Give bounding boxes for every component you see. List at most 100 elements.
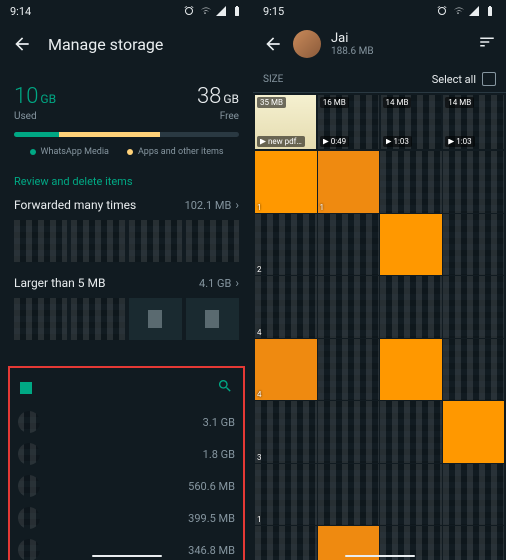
caption: new pdf… bbox=[257, 136, 305, 147]
larger-size: 4.1 GB› bbox=[199, 276, 239, 290]
back-icon[interactable] bbox=[263, 34, 283, 54]
avatar bbox=[18, 443, 40, 465]
alarm-icon bbox=[183, 5, 195, 17]
phone-right: 9:15 Jai 188.6 MB SIZE Select all 35 MB … bbox=[253, 0, 506, 560]
media-cell[interactable] bbox=[318, 401, 380, 463]
select-all[interactable]: Select all bbox=[432, 72, 496, 86]
chat-row[interactable]: 3.1 GB bbox=[16, 406, 237, 438]
sort-chip[interactable] bbox=[20, 382, 32, 394]
media-cell[interactable] bbox=[380, 214, 442, 276]
size-badge: 16 MB bbox=[320, 97, 349, 108]
media-tile[interactable]: 14 MB 1:03 bbox=[381, 95, 442, 149]
nav-pill[interactable] bbox=[92, 555, 162, 557]
search-button[interactable] bbox=[217, 378, 233, 398]
sort-button[interactable] bbox=[478, 33, 496, 55]
content: 10GB Used 38GB Free WhatsApp Media Apps … bbox=[0, 66, 253, 366]
checkbox-icon[interactable] bbox=[482, 72, 496, 86]
chat-row[interactable]: 560.6 MB bbox=[16, 470, 237, 502]
media-cell[interactable] bbox=[443, 339, 505, 401]
dot-icon bbox=[30, 149, 36, 155]
nav-bar bbox=[253, 552, 506, 560]
legend-other: Apps and other items bbox=[127, 147, 224, 157]
media-cell[interactable]: 3 bbox=[255, 401, 317, 463]
media-cell[interactable] bbox=[380, 464, 442, 526]
free-label: Free bbox=[197, 111, 239, 122]
media-cell[interactable] bbox=[443, 276, 505, 338]
media-cell[interactable] bbox=[380, 339, 442, 401]
media-cell[interactable] bbox=[318, 214, 380, 276]
chats-highlight: 3.1 GB 1.8 GB 560.6 MB 399.5 MB 346.8 MB bbox=[8, 366, 245, 560]
battery-icon bbox=[484, 5, 496, 17]
media-tile[interactable]: 16 MB 0:49 bbox=[318, 95, 379, 149]
avatar[interactable] bbox=[293, 30, 321, 58]
media-cell[interactable]: 1 bbox=[255, 151, 317, 213]
avatar bbox=[18, 411, 40, 433]
legend-whatsapp: WhatsApp Media bbox=[30, 147, 109, 157]
sort-icon bbox=[478, 33, 496, 51]
media-cell[interactable] bbox=[380, 276, 442, 338]
bar-other bbox=[59, 132, 160, 137]
wifi-icon bbox=[452, 5, 464, 17]
media-cell[interactable]: 1 bbox=[255, 464, 317, 526]
chat-name: Jai bbox=[331, 31, 468, 46]
duration: 1:03 bbox=[383, 136, 412, 147]
status-time: 9:15 bbox=[263, 5, 284, 18]
nav-pill[interactable] bbox=[345, 555, 415, 557]
media-thumb[interactable] bbox=[129, 220, 182, 262]
media-thumb[interactable] bbox=[14, 298, 67, 340]
media-cell[interactable]: 1 bbox=[318, 151, 380, 213]
phone-left: 9:14 Manage storage 10GB Used 38GB Free bbox=[0, 0, 253, 560]
media-cell[interactable] bbox=[443, 214, 505, 276]
media-cell[interactable]: 4 bbox=[255, 339, 317, 401]
media-cell[interactable] bbox=[318, 339, 380, 401]
media-tile[interactable]: 35 MB new pdf… bbox=[255, 95, 316, 149]
search-icon bbox=[217, 378, 233, 394]
avatar bbox=[18, 507, 40, 529]
chevron-right-icon: › bbox=[235, 276, 239, 290]
media-thumb[interactable] bbox=[14, 220, 67, 262]
signal-icon bbox=[468, 5, 480, 17]
media-cell[interactable] bbox=[318, 276, 380, 338]
size-label: SIZE bbox=[263, 74, 283, 85]
storage-summary: 10GB Used 38GB Free bbox=[14, 84, 239, 122]
larger-thumbs bbox=[14, 298, 239, 340]
media-cell[interactable] bbox=[443, 151, 505, 213]
media-cell[interactable] bbox=[318, 464, 380, 526]
chat-row[interactable]: 399.5 MB bbox=[16, 502, 237, 534]
media-thumb[interactable] bbox=[71, 220, 124, 262]
back-icon[interactable] bbox=[12, 34, 32, 54]
featured-row: 35 MB new pdf… 16 MB 0:49 14 MB 1:03 14 … bbox=[253, 93, 506, 149]
media-tile[interactable]: 14 MB 1:03 bbox=[443, 95, 504, 149]
media-thumb[interactable] bbox=[71, 298, 124, 340]
alarm-icon bbox=[436, 5, 448, 17]
status-bar: 9:15 bbox=[253, 0, 506, 22]
media-grid: 1 1 2 4 4 3 1 3 bbox=[255, 151, 504, 560]
free-number: 38 bbox=[197, 84, 221, 109]
select-all-label: Select all bbox=[432, 73, 476, 86]
free-unit: GB bbox=[223, 92, 239, 106]
larger-label: Larger than 5 MB bbox=[14, 276, 105, 290]
duration: 0:49 bbox=[320, 136, 349, 147]
media-cell[interactable]: 4 bbox=[255, 276, 317, 338]
nav-bar bbox=[0, 552, 253, 560]
storage-bar bbox=[14, 132, 239, 137]
chat-row[interactable]: 1.8 GB bbox=[16, 438, 237, 470]
media-cell[interactable]: 2 bbox=[255, 214, 317, 276]
media-thumb[interactable] bbox=[186, 220, 239, 262]
legend: WhatsApp Media Apps and other items bbox=[14, 147, 239, 157]
media-thumb[interactable] bbox=[186, 298, 239, 340]
storage-used: 10GB Used bbox=[14, 84, 56, 122]
media-cell[interactable] bbox=[380, 401, 442, 463]
larger-row[interactable]: Larger than 5 MB 4.1 GB› bbox=[14, 276, 239, 290]
storage-free: 38GB Free bbox=[197, 84, 239, 122]
media-cell[interactable] bbox=[443, 464, 505, 526]
media-grid-scroll[interactable]: 1 1 2 4 4 3 1 3 bbox=[253, 149, 506, 560]
media-thumb[interactable] bbox=[129, 298, 182, 340]
media-cell[interactable] bbox=[443, 401, 505, 463]
forwarded-size: 102.1 MB› bbox=[185, 198, 239, 212]
wifi-icon bbox=[199, 5, 211, 17]
forwarded-row[interactable]: Forwarded many times 102.1 MB› bbox=[14, 198, 239, 212]
status-bar: 9:14 bbox=[0, 0, 253, 22]
media-cell[interactable] bbox=[380, 151, 442, 213]
status-time: 9:14 bbox=[10, 5, 31, 18]
